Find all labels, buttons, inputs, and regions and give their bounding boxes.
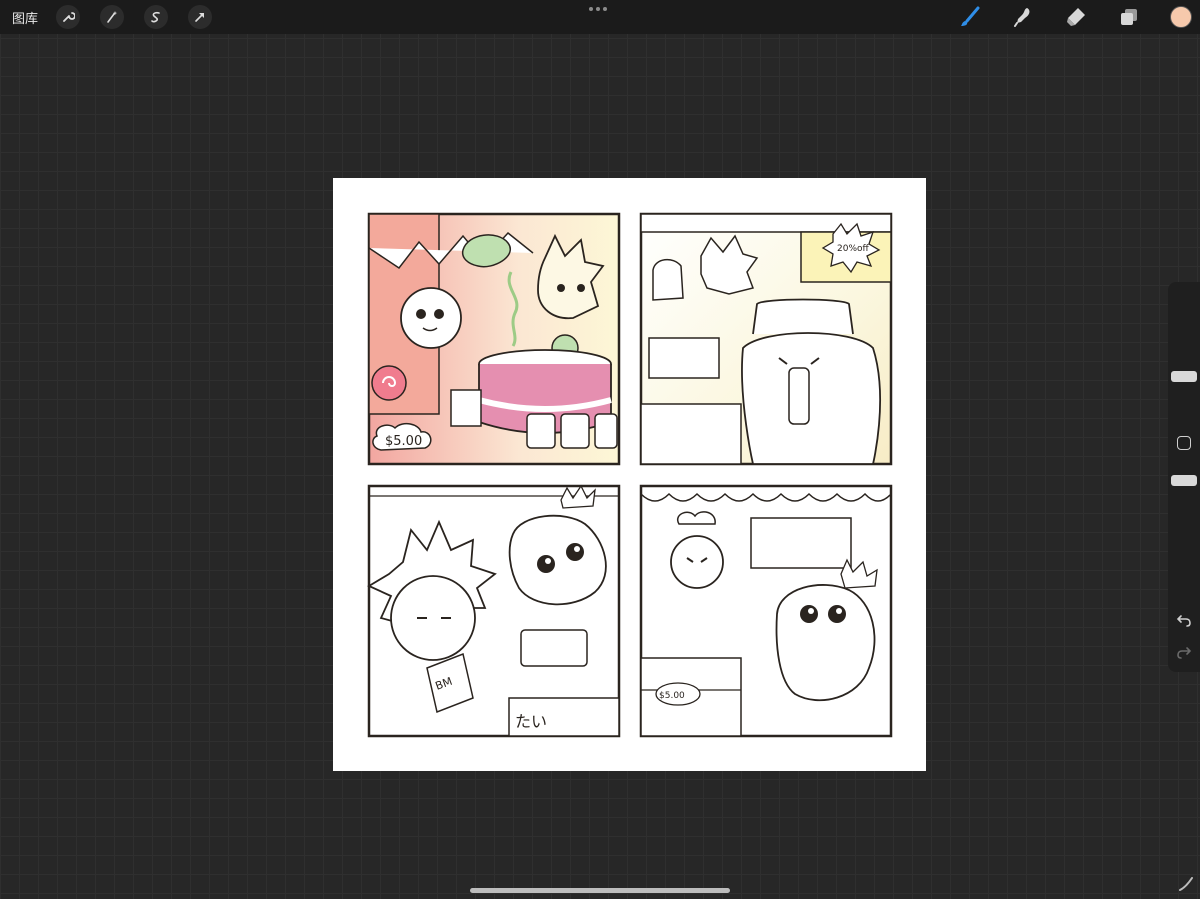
shop-sign-text: たい <box>515 712 547 731</box>
adjustments-button[interactable] <box>100 5 124 29</box>
comic-artwork: $5.00 20%off BM たい $5.00 <box>367 212 893 738</box>
eraser-button[interactable] <box>1064 5 1088 29</box>
actions-button[interactable] <box>56 5 80 29</box>
comic-panel-1: $5.00 <box>367 212 621 466</box>
transform-arrow-icon <box>195 13 204 22</box>
comic-panel-4: $5.00 <box>639 484 893 738</box>
sale-badge-text: 20%off <box>837 244 870 254</box>
magic-wand-icon <box>107 11 118 23</box>
opacity-slider[interactable] <box>1168 468 1200 598</box>
smudge-icon <box>1014 8 1030 27</box>
top-toolbar: 图库 <box>0 0 1200 34</box>
brush-size-thumb[interactable] <box>1171 371 1197 382</box>
layers-icon <box>1121 9 1137 25</box>
selection-button[interactable] <box>144 5 168 29</box>
transform-button[interactable] <box>188 5 212 29</box>
brush-size-slider[interactable] <box>1168 288 1200 418</box>
home-indicator[interactable] <box>470 888 730 893</box>
gallery-button[interactable]: 图库 <box>12 8 38 27</box>
redo-icon[interactable] <box>1176 644 1192 660</box>
price-tag-text: $5.00 <box>385 434 422 449</box>
sidebar <box>1168 282 1200 672</box>
comic-panel-2: 20%off <box>639 212 893 466</box>
drawing-canvas[interactable]: $5.00 20%off BM たい $5.00 <box>333 178 926 771</box>
selection-icon <box>151 11 160 23</box>
undo-icon[interactable] <box>1176 612 1192 628</box>
brush-icon <box>961 6 980 26</box>
smudge-button[interactable] <box>1011 5 1035 29</box>
eraser-icon <box>1067 8 1085 26</box>
brush-button[interactable] <box>958 5 982 29</box>
opacity-thumb[interactable] <box>1171 475 1197 486</box>
comic-panel-3: BM たい <box>367 484 621 738</box>
brush-preview-icon[interactable] <box>1178 876 1194 892</box>
modify-button[interactable] <box>1177 436 1191 450</box>
window-grabber[interactable] <box>589 7 607 11</box>
color-picker-swatch[interactable] <box>1170 6 1192 28</box>
price-tag-text-2: $5.00 <box>659 691 685 701</box>
layers-button[interactable] <box>1117 5 1141 29</box>
wrench-icon <box>63 12 75 22</box>
